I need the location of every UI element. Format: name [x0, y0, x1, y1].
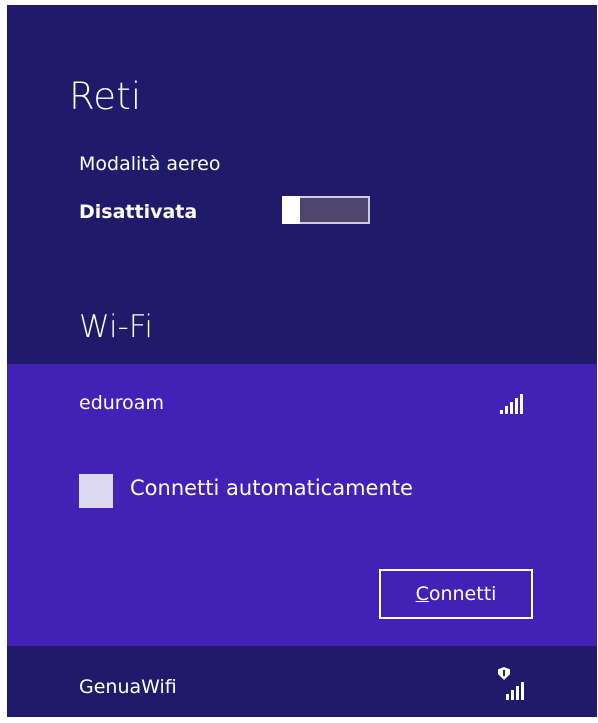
networks-panel: Reti Modalità aereo Disattivata Wi-Fi ed… [7, 5, 597, 717]
connect-button-label: onnetti [428, 583, 497, 605]
panel-title: Reti [69, 75, 142, 118]
airplane-mode-state: Disattivata [79, 201, 198, 223]
network-item-genuawifi[interactable]: GenuaWifi [7, 646, 597, 717]
auto-connect-checkbox[interactable] [79, 474, 113, 508]
airplane-mode-label: Modalità aereo [79, 153, 221, 175]
airplane-mode-toggle[interactable] [282, 196, 370, 224]
signal-strength-icon [500, 394, 523, 414]
network-item-eduroam[interactable]: eduroam Connetti automaticamente Connett… [7, 364, 597, 646]
network-name: GenuaWifi [79, 676, 177, 698]
connect-button-accelerator: C [415, 583, 429, 605]
screenshot-frame: Reti Modalità aereo Disattivata Wi-Fi ed… [0, 0, 598, 723]
auto-connect-label[interactable]: Connetti automaticamente [130, 476, 413, 500]
network-name: eduroam [79, 392, 164, 414]
wifi-section-heading: Wi-Fi [79, 309, 153, 345]
toggle-knob[interactable] [282, 196, 300, 224]
secured-signal-strength-icon [506, 680, 524, 700]
security-shield-icon [498, 667, 510, 680]
connect-button[interactable]: Connetti [379, 569, 533, 619]
